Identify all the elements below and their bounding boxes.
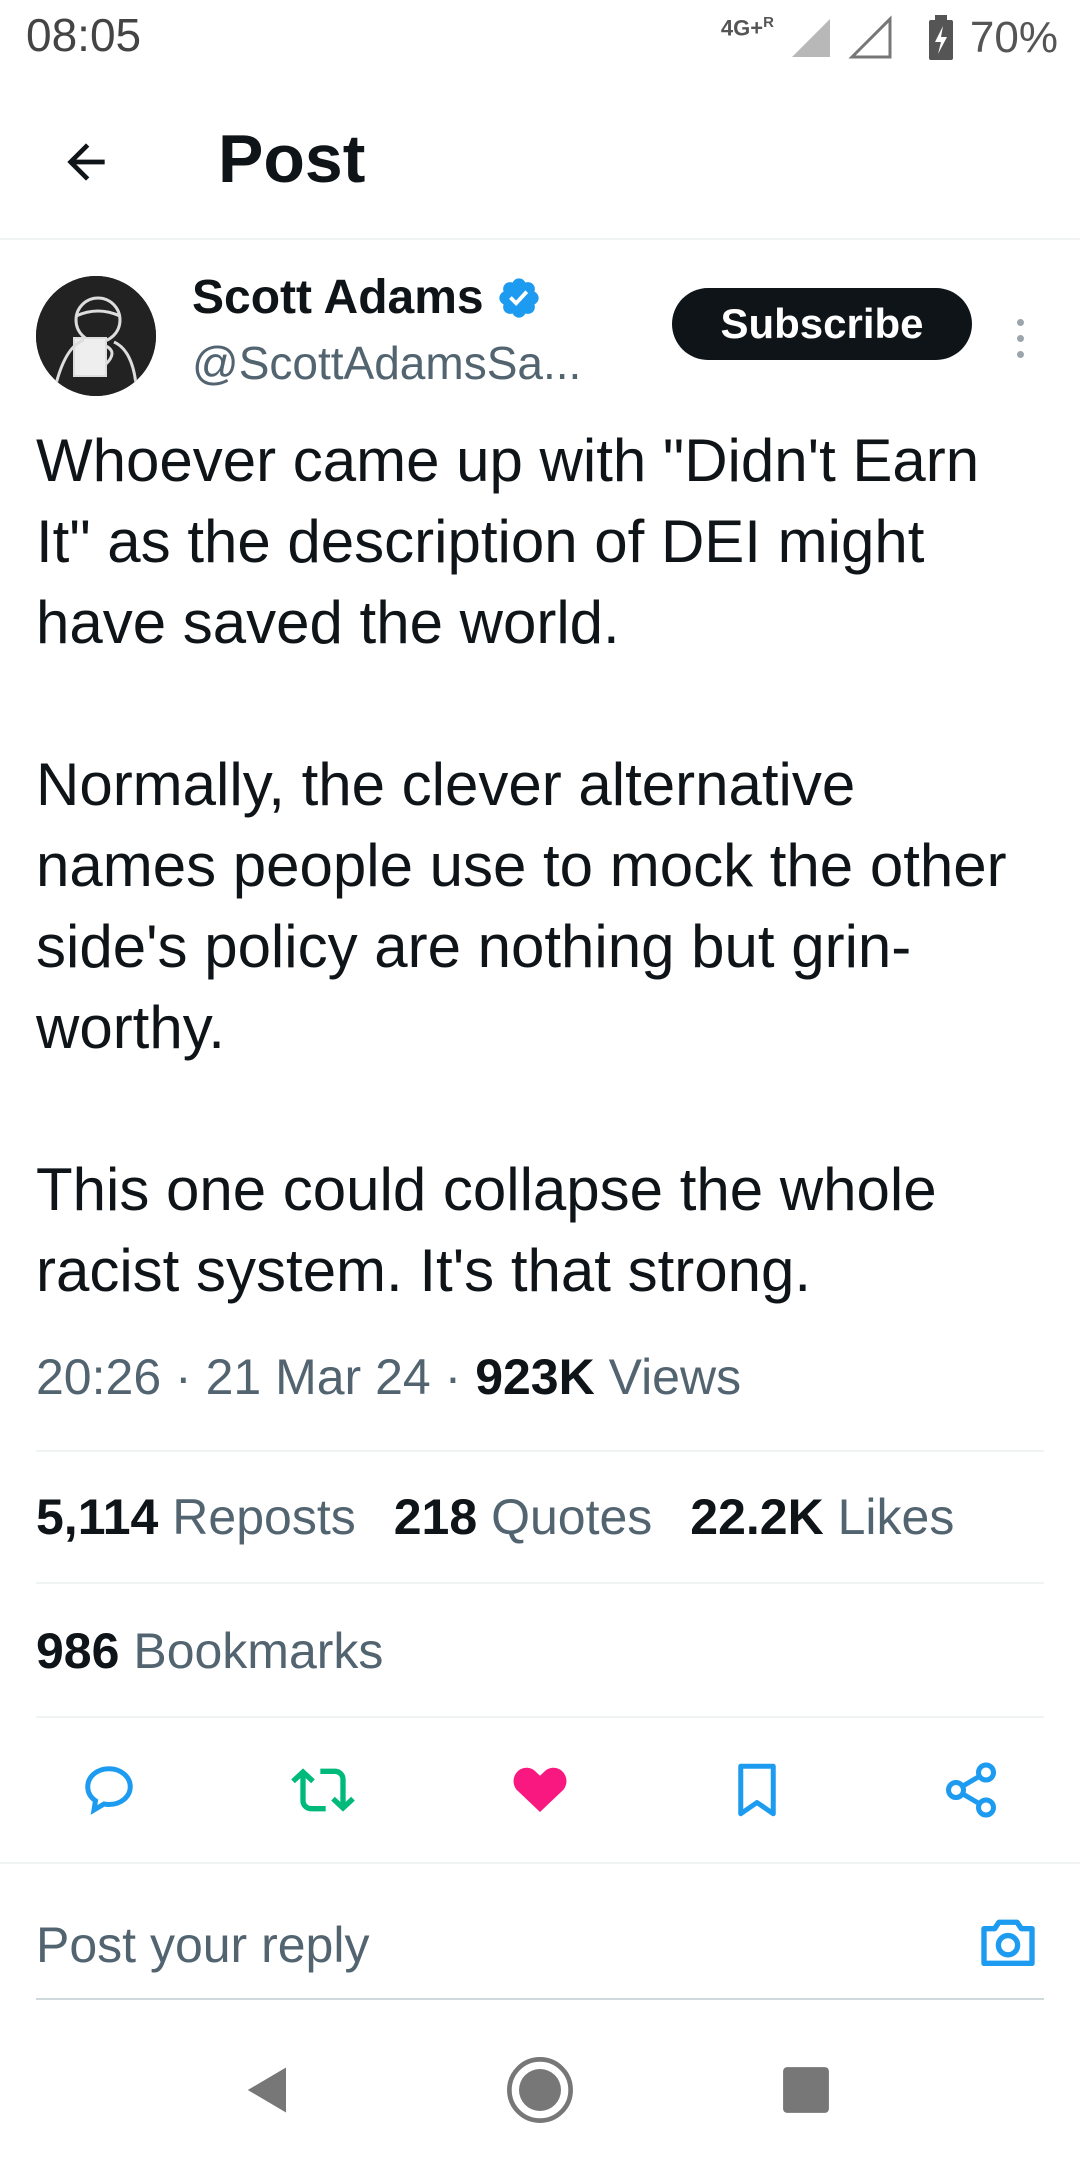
network-type: 4G+R — [720, 14, 774, 41]
post-date[interactable]: 21 Mar 24 — [206, 1349, 431, 1405]
avatar-image — [36, 276, 156, 396]
battery-charging-icon — [928, 15, 953, 60]
views-count: 923K — [475, 1349, 595, 1405]
nav-back-button[interactable] — [228, 2050, 308, 2130]
post-paragraph: This one could collapse the whole racist… — [36, 1156, 937, 1304]
more-dot-icon — [1016, 318, 1024, 326]
action-bar — [0, 1735, 1080, 1845]
bookmark-icon — [738, 1763, 776, 1817]
reply-bar — [0, 1862, 1080, 2002]
avatar[interactable] — [36, 276, 156, 396]
reply-button[interactable] — [76, 1757, 142, 1823]
share-icon — [946, 1762, 996, 1818]
system-nav-bar — [0, 2020, 1080, 2160]
repost-icon — [291, 1768, 355, 1812]
top-app-bar: Post — [0, 90, 1080, 240]
arrow-left-icon — [67, 143, 105, 181]
post-paragraph: Normally, the clever alternative names p… — [36, 751, 1007, 1061]
post-paragraph: Whoever came up with "Didn't Earn It" as… — [36, 427, 980, 656]
like-button[interactable] — [507, 1757, 573, 1823]
author-handle[interactable]: @ScottAdamsSa... — [192, 336, 632, 390]
heart-icon — [513, 1767, 567, 1812]
nav-home-button[interactable] — [500, 2050, 580, 2130]
reply-input[interactable] — [36, 1916, 936, 1974]
divider — [36, 1450, 1044, 1452]
reply-underline — [36, 1998, 1044, 2000]
status-bar: 08:05 4G+R 70% — [0, 0, 1080, 74]
reply-icon — [85, 1766, 133, 1815]
engagement-stats: 5,114 Reposts 218 Quotes 22.2K Likes — [36, 1488, 954, 1546]
signal-icon — [791, 19, 830, 57]
post-text: Whoever came up with "Didn't Earn It" as… — [36, 420, 1046, 1311]
nav-recents-button[interactable] — [766, 2050, 846, 2130]
nav-back-icon — [247, 2067, 286, 2113]
subscribe-button[interactable]: Subscribe — [672, 288, 972, 360]
bookmark-button[interactable] — [724, 1757, 790, 1823]
more-options-button[interactable] — [1000, 296, 1040, 380]
quotes-stat[interactable]: 218 Quotes — [394, 1488, 653, 1546]
bookmarks-stat[interactable]: 986 Bookmarks — [36, 1622, 383, 1680]
signal-empty-icon — [848, 15, 892, 59]
share-button[interactable] — [938, 1757, 1004, 1823]
more-dot-icon — [1016, 350, 1024, 358]
verified-badge-icon — [498, 277, 539, 318]
reposts-stat[interactable]: 5,114 Reposts — [36, 1488, 356, 1546]
divider — [36, 1716, 1044, 1718]
status-time: 08:05 — [26, 9, 142, 61]
page-title: Post — [218, 121, 366, 197]
battery-percent: 70% — [969, 13, 1058, 62]
camera-icon — [981, 1919, 1035, 1966]
author-name-row[interactable]: Scott Adams — [192, 270, 542, 325]
divider — [36, 1582, 1044, 1584]
nav-recents-icon — [783, 2067, 829, 2113]
likes-stat[interactable]: 22.2K Likes — [690, 1488, 954, 1546]
back-button[interactable] — [48, 124, 124, 200]
more-dot-icon — [1016, 334, 1024, 342]
author-name[interactable]: Scott Adams — [192, 270, 484, 325]
nav-home-icon — [507, 2057, 573, 2123]
repost-button[interactable] — [290, 1757, 356, 1823]
camera-button[interactable] — [976, 1910, 1040, 1974]
post-meta: 20:26 · 21 Mar 24 · 923K Views — [36, 1349, 742, 1405]
post-time[interactable]: 20:26 — [36, 1349, 161, 1405]
views-label: Views — [608, 1349, 742, 1405]
status-icons: 4G+R 70% — [721, 8, 1058, 68]
